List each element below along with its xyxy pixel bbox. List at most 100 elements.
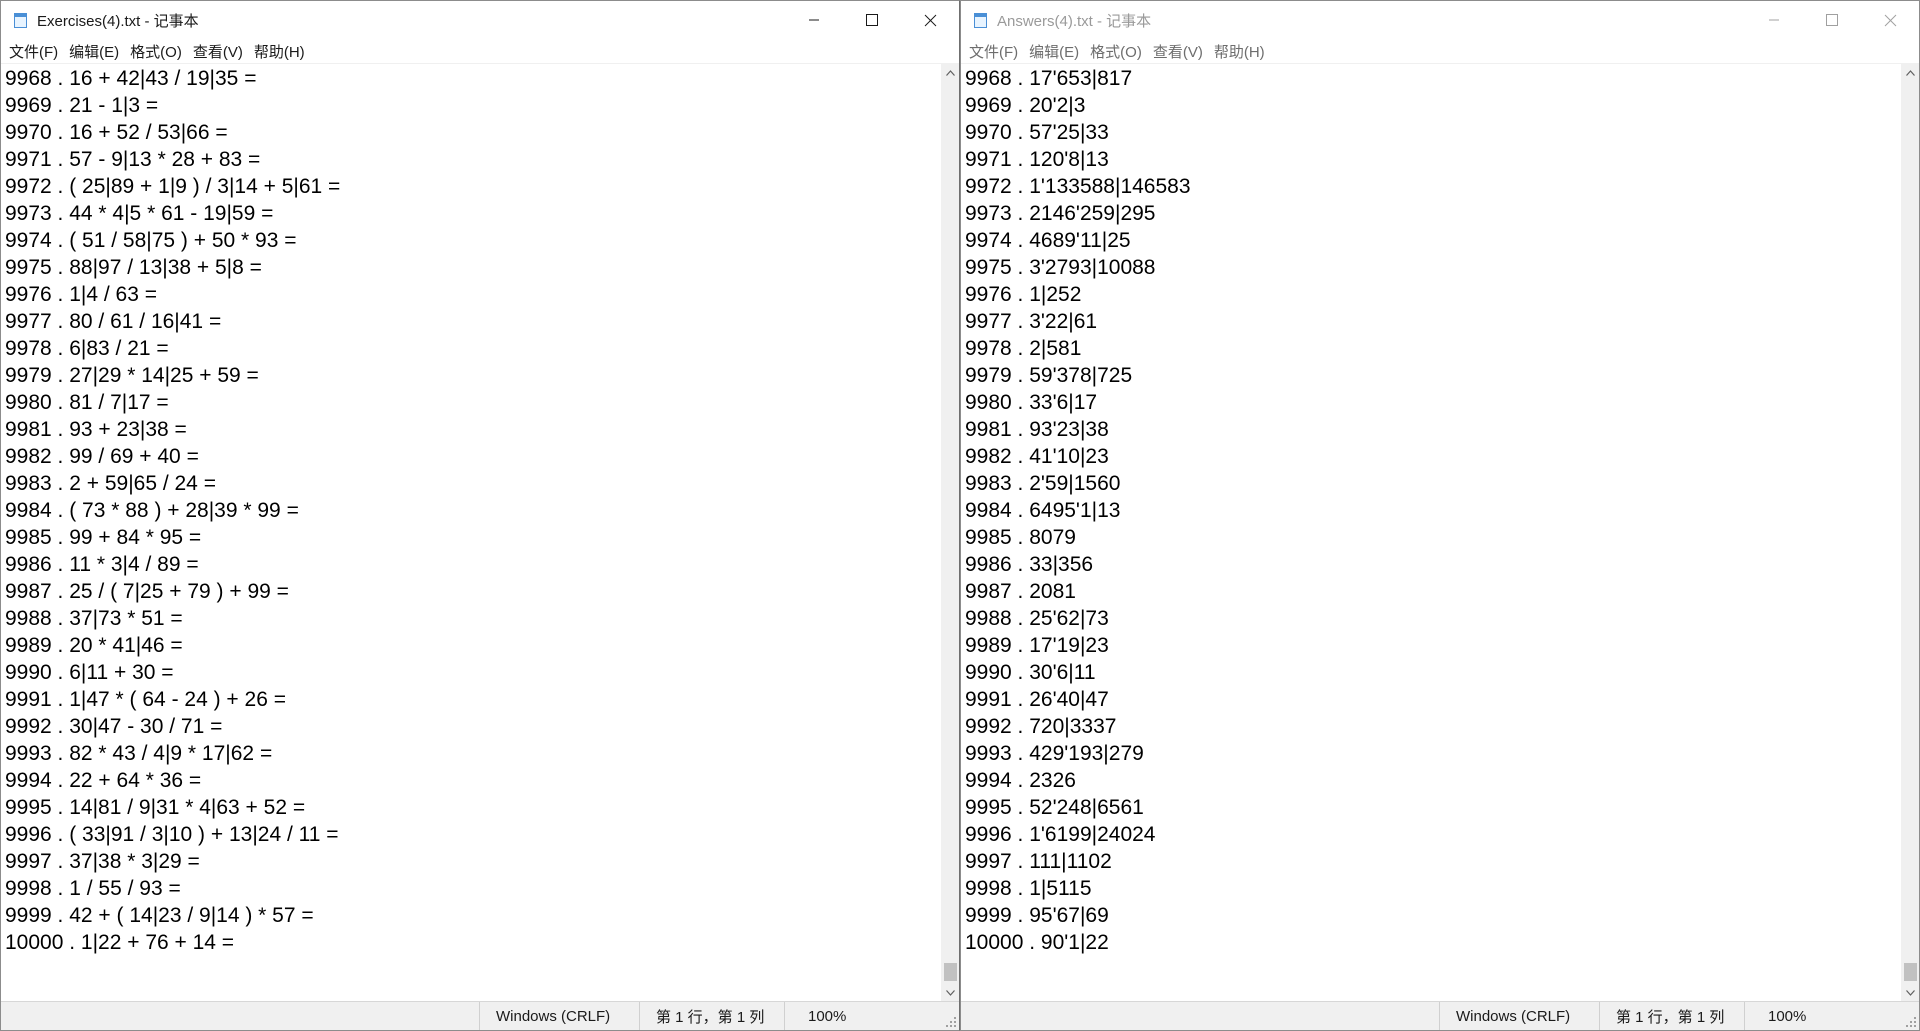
text-line: 9973 . 2146'259|295: [965, 202, 1156, 225]
status-cursor-position: 第 1 行，第 1 列: [1599, 1002, 1744, 1030]
text-line: 9985 . 99 + 84 * 95 =: [5, 526, 202, 549]
menu-edit[interactable]: 编辑(E): [1025, 41, 1086, 62]
notepad-icon: [972, 11, 989, 30]
text-line: 9973 . 44 * 4|5 * 61 - 19|59 =: [5, 202, 274, 225]
close-button[interactable]: [901, 1, 959, 39]
text-line: 9968 . 16 + 42|43 / 19|35 =: [5, 67, 257, 90]
text-line: 9969 . 21 - 1|3 =: [5, 94, 159, 117]
text-line: 9974 . ( 51 / 58|75 ) + 50 * 93 =: [5, 229, 297, 252]
text-line: 9982 . 41'10|23: [965, 445, 1109, 468]
text-line: 9993 . 429'193|279: [965, 742, 1144, 765]
minimize-button[interactable]: [785, 1, 843, 39]
scroll-thumb[interactable]: [944, 963, 957, 981]
text-line: 10000 . 1|22 + 76 + 14 =: [5, 931, 235, 954]
title-bar[interactable]: Exercises(4).txt - 记事本: [1, 1, 959, 39]
text-line: 9988 . 37|73 * 51 =: [5, 607, 183, 630]
scroll-thumb[interactable]: [1904, 963, 1917, 981]
maximize-icon: [866, 14, 878, 26]
text-line: 9986 . 11 * 3|4 / 89 =: [5, 553, 199, 576]
scroll-down-button[interactable]: [942, 984, 959, 1001]
menu-bar: 文件(F) 编辑(E) 格式(O) 查看(V) 帮助(H): [1, 39, 959, 63]
text-line: 9970 . 57'25|33: [965, 121, 1109, 144]
menu-file[interactable]: 文件(F): [5, 41, 65, 62]
scroll-up-button[interactable]: [1902, 64, 1919, 81]
text-editor-area[interactable]: 9968 . 17'653|817 9969 . 20'2|3 9970 . 57'…: [961, 64, 1901, 1001]
text-line: 9983 . 2 + 59|65 / 24 =: [5, 472, 216, 495]
text-line: 9996 . 1'6199|24024: [965, 823, 1156, 846]
window-title: Answers(4).txt - 记事本: [997, 12, 1152, 30]
text-line: 9992 . 720|3337: [965, 715, 1117, 738]
text-line: 9979 . 27|29 * 14|25 + 59 =: [5, 364, 259, 387]
menu-bar: 文件(F) 编辑(E) 格式(O) 查看(V) 帮助(H): [961, 39, 1919, 63]
chevron-down-icon: [1906, 989, 1915, 996]
status-bar: Windows (CRLF) 第 1 行，第 1 列 100%: [1, 1001, 959, 1030]
menu-file[interactable]: 文件(F): [965, 41, 1025, 62]
text-line: 9990 . 6|11 + 30 =: [5, 661, 174, 684]
menu-edit[interactable]: 编辑(E): [65, 41, 126, 62]
title-bar[interactable]: Answers(4).txt - 记事本: [961, 1, 1919, 39]
text-line: 9984 . 6495'1|13: [965, 499, 1121, 522]
maximize-button[interactable]: [843, 1, 901, 39]
resize-grip-icon[interactable]: [945, 1016, 957, 1028]
text-line: 9978 . 2|581: [965, 337, 1082, 360]
scroll-up-button[interactable]: [942, 64, 959, 81]
text-line: 9980 . 33'6|17: [965, 391, 1098, 414]
desktop: Exercises(4).txt - 记事本 文件(F) 编辑(E) 格式(O)…: [0, 0, 1920, 1031]
text-line: 9970 . 16 + 52 / 53|66 =: [5, 121, 228, 144]
menu-view[interactable]: 查看(V): [1149, 41, 1210, 62]
window-title: Exercises(4).txt - 记事本: [37, 12, 199, 30]
text-line: 10000 . 90'1|22: [965, 931, 1109, 954]
menu-format[interactable]: 格式(O): [1086, 41, 1149, 62]
text-line: 9977 . 3'22|61: [965, 310, 1098, 333]
close-button[interactable]: [1861, 1, 1919, 39]
close-icon: [924, 14, 936, 26]
scroll-down-button[interactable]: [1902, 984, 1919, 1001]
editor: 9968 . 17'653|817 9969 . 20'2|3 9970 . 57'…: [961, 63, 1919, 1001]
resize-grip-icon[interactable]: [1905, 1016, 1917, 1028]
exercises-notepad-window[interactable]: Exercises(4).txt - 记事本 文件(F) 编辑(E) 格式(O)…: [0, 0, 960, 1031]
text-line: 9992 . 30|47 - 30 / 71 =: [5, 715, 223, 738]
text-line: 9984 . ( 73 * 88 ) + 28|39 * 99 =: [5, 499, 299, 522]
menu-help[interactable]: 帮助(H): [250, 41, 312, 62]
text-line: 9976 . 1|252: [965, 283, 1082, 306]
menu-format[interactable]: 格式(O): [126, 41, 189, 62]
text-line: 9990 . 30'6|11: [965, 661, 1096, 684]
status-cursor-position: 第 1 行，第 1 列: [639, 1002, 784, 1030]
text-line: 9975 . 3'2793|10088: [965, 256, 1156, 279]
minimize-icon: [809, 19, 819, 21]
text-line: 9991 . 1|47 * ( 64 - 24 ) + 26 =: [5, 688, 286, 711]
vertical-scrollbar[interactable]: [1901, 64, 1919, 1001]
text-line: 9994 . 22 + 64 * 36 =: [5, 769, 202, 792]
answers-notepad-window[interactable]: Answers(4).txt - 记事本 文件(F) 编辑(E) 格式(O) 查…: [960, 0, 1920, 1031]
notepad-icon: [12, 11, 29, 30]
text-line: 9989 . 20 * 41|46 =: [5, 634, 183, 657]
menu-help[interactable]: 帮助(H): [1210, 41, 1272, 62]
close-icon: [1884, 14, 1896, 26]
text-line: 9974 . 4689'11|25: [965, 229, 1131, 252]
text-line: 9999 . 42 + ( 14|23 / 9|14 ) * 57 =: [5, 904, 314, 927]
text-line: 9980 . 81 / 7|17 =: [5, 391, 169, 414]
menu-view[interactable]: 查看(V): [189, 41, 250, 62]
text-line: 9985 . 8079: [965, 526, 1076, 549]
text-line: 9989 . 17'19|23: [965, 634, 1109, 657]
status-zoom: 100%: [784, 1002, 904, 1030]
text-line: 9968 . 17'653|817: [965, 67, 1133, 90]
status-bar: Windows (CRLF) 第 1 行，第 1 列 100%: [961, 1001, 1919, 1030]
status-encoding: Windows (CRLF): [1439, 1002, 1599, 1030]
text-editor-area[interactable]: 9968 . 16 + 42|43 / 19|35 = 9969 . 21 - 1…: [1, 64, 941, 1001]
text-line: 9997 . 111|1102: [965, 850, 1112, 873]
chevron-down-icon: [946, 989, 955, 996]
text-line: 9979 . 59'378|725: [965, 364, 1133, 387]
text-line: 9993 . 82 * 43 / 4|9 * 17|62 =: [5, 742, 273, 765]
minimize-button[interactable]: [1745, 1, 1803, 39]
text-line: 9995 . 52'248|6561: [965, 796, 1144, 819]
status-zoom: 100%: [1744, 1002, 1864, 1030]
maximize-button[interactable]: [1803, 1, 1861, 39]
text-line: 9976 . 1|4 / 63 =: [5, 283, 157, 306]
vertical-scrollbar[interactable]: [941, 64, 959, 1001]
text-line: 9981 . 93 + 23|38 =: [5, 418, 187, 441]
text-line: 9969 . 20'2|3: [965, 94, 1086, 117]
text-line: 9972 . ( 25|89 + 1|9 ) / 3|14 + 5|61 =: [5, 175, 341, 198]
text-line: 9982 . 99 / 69 + 40 =: [5, 445, 199, 468]
text-line: 9981 . 93'23|38: [965, 418, 1109, 441]
